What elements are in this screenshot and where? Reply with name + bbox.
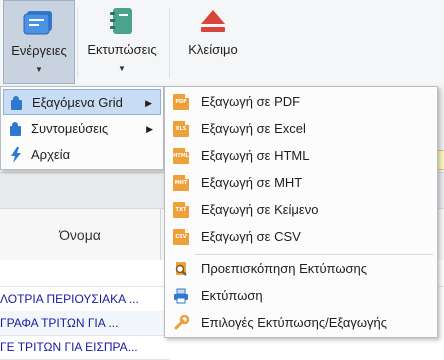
menu-item-label: Εξαγωγή σε HTML (201, 148, 310, 163)
menu-item-label: Εξαγωγή σε MHT (201, 175, 303, 190)
menu-item-label: Προεπισκόπηση Εκτύπωσης (201, 261, 368, 276)
menu-item-label: Εξαγωγή σε PDF (201, 94, 301, 109)
export-pdf-item[interactable]: PDF Εξαγωγή σε PDF (167, 89, 435, 115)
puzzle-icon (11, 96, 22, 110)
menu-item-label: Συντομεύσεις (31, 121, 109, 136)
menu-separator (195, 254, 433, 255)
lightning-icon (11, 147, 21, 163)
export-mht-item[interactable]: MHT Εξαγωγή σε MHT (167, 170, 435, 196)
chevron-right-icon: ▶ (146, 124, 153, 134)
ribbon-divider (77, 8, 78, 78)
excel-file-icon: XLS (173, 121, 189, 137)
actions-menu: Εξαγόμενα Grid ▶ Συντομεύσεις ▶ Αρχεία (0, 86, 164, 170)
export-html-item[interactable]: HTML Εξαγωγή σε HTML (167, 143, 435, 169)
ribbon-toolbar: Ενέργειες ▼ Εκτυπώσεις ▼ Κλείσιμο (0, 0, 444, 89)
export-excel-item[interactable]: XLS Εξαγωγή σε Excel (167, 116, 435, 142)
html-file-icon: HTML (173, 148, 189, 164)
notebook-icon (110, 8, 132, 34)
menu-item-label: Αρχεία (31, 147, 71, 162)
csv-file-icon: CSV (173, 229, 189, 245)
table-row[interactable]: ΓΡΑΦΑ ΤΡΙΤΩΝ ΓΙΑ ... (0, 311, 170, 336)
table-row[interactable]: ΛΟΤΡΙΑ ΠΕΡΙΟΥΣΙΑΚΑ ... (0, 287, 170, 312)
ribbon-divider (169, 8, 170, 78)
menu-item-label: Εξαγόμενα Grid (32, 95, 123, 110)
menu-item-shortcuts[interactable]: Συντομεύσεις ▶ (3, 116, 161, 142)
prints-button[interactable]: Εκτυπώσεις ▼ (80, 0, 164, 84)
puzzle-icon (10, 122, 21, 136)
menu-item-label: Εξαγωγή σε Excel (201, 121, 306, 136)
print-preview-item[interactable]: Προεπισκόπηση Εκτύπωσης (167, 256, 435, 282)
chevron-right-icon: ▶ (145, 98, 152, 108)
menu-item-label: Επιλογές Εκτύπωσης/Εξαγωγής (201, 315, 388, 330)
print-export-options-item[interactable]: Επιλογές Εκτύπωσης/Εξαγωγής (167, 310, 435, 336)
table-row[interactable]: ΓΕ ΤΡΙΤΩΝ ΓΙΑ ΕΙΣΠΡΑ... (0, 335, 170, 360)
export-csv-item[interactable]: CSV Εξαγωγή σε CSV (167, 224, 435, 250)
chevron-down-icon: ▼ (35, 65, 43, 74)
close-label: Κλείσιμο (188, 42, 238, 57)
menu-item-label: Εξαγωγή σε Κείμενο (201, 202, 319, 217)
menu-item-grid-exports[interactable]: Εξαγόμενα Grid ▶ (3, 89, 161, 115)
prints-label: Εκτυπώσεις (87, 42, 157, 57)
actions-button[interactable]: Ενέργειες ▼ (3, 0, 75, 84)
mht-file-icon: MHT (173, 175, 189, 191)
print-item[interactable]: Εκτύπωση (167, 283, 435, 309)
actions-label: Ενέργειες (11, 43, 67, 58)
close-button[interactable]: Κλείσιμο (175, 0, 251, 84)
txt-file-icon: TXT (173, 202, 189, 218)
grid-exports-submenu: PDF Εξαγωγή σε PDF XLS Εξαγωγή σε Excel … (164, 86, 438, 338)
column-header-name[interactable]: Όνομα (0, 209, 160, 261)
eject-icon (201, 10, 225, 32)
menu-item-label: Εκτύπωση (201, 288, 263, 303)
chevron-down-icon: ▼ (118, 64, 126, 73)
pdf-file-icon: PDF (173, 94, 189, 110)
menu-item-files[interactable]: Αρχεία (3, 142, 161, 168)
menu-item-label: Εξαγωγή σε CSV (201, 229, 301, 244)
column-divider (160, 209, 161, 261)
print-preview-icon (175, 262, 187, 276)
export-text-item[interactable]: TXT Εξαγωγή σε Κείμενο (167, 197, 435, 223)
printer-icon (174, 288, 188, 304)
wrench-icon (174, 315, 189, 330)
actions-icon (23, 11, 52, 35)
